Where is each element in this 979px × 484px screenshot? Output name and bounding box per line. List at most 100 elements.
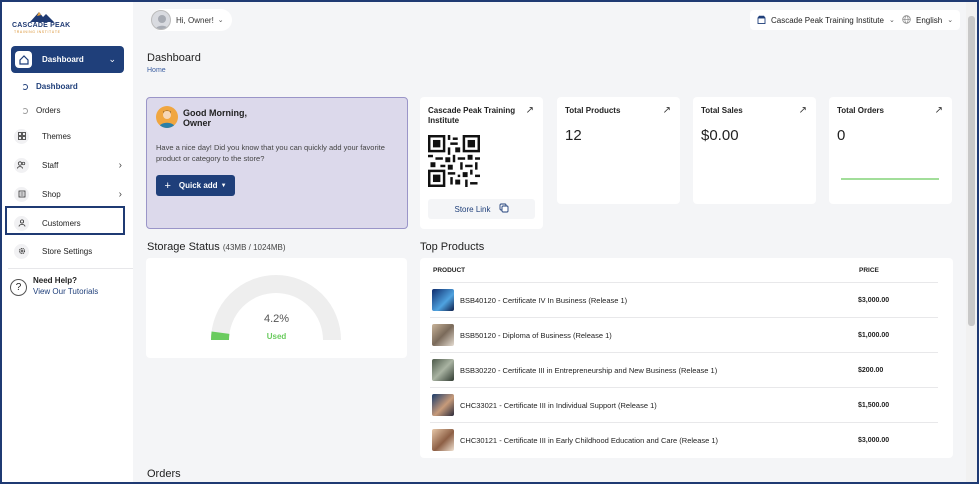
product-thumbnail bbox=[432, 324, 454, 346]
product-price: $1,500.00 bbox=[858, 401, 890, 409]
stat-card-sales[interactable]: Total Sales ↗ $0.00 bbox=[693, 97, 816, 204]
qr-card: Cascade Peak Training Institute ↗ Store … bbox=[420, 97, 543, 229]
brand-subtitle: TRAINING INSTITUTE bbox=[14, 30, 61, 34]
table-row[interactable]: CHC30121 - Certificate III in Early Chil… bbox=[430, 422, 938, 457]
store-icon bbox=[757, 15, 766, 26]
external-arrow-icon[interactable]: ↗ bbox=[935, 105, 943, 116]
question-icon: ? bbox=[10, 279, 27, 296]
help-section: ? Need Help? View Our Tutorials bbox=[8, 268, 133, 304]
table-row[interactable]: BSB50120 - Diploma of Business (Release … bbox=[430, 317, 938, 352]
store-name: Cascade Peak Training Institute bbox=[771, 15, 884, 25]
external-arrow-icon[interactable]: ↗ bbox=[663, 105, 671, 116]
stat-title: Total Orders bbox=[837, 106, 884, 115]
owner-avatar bbox=[156, 106, 178, 128]
store-link-label: Store Link bbox=[454, 204, 491, 214]
page-scrollbar[interactable] bbox=[966, 2, 977, 482]
caret-down-icon: ▼ bbox=[220, 182, 227, 189]
page-title: Dashboard bbox=[147, 52, 201, 64]
top-products-title: Top Products bbox=[420, 241, 485, 253]
circle-icon bbox=[22, 107, 28, 114]
stat-title: Total Sales bbox=[701, 106, 743, 115]
storage-used-label: Used bbox=[266, 332, 287, 341]
sidebar-subitem-orders[interactable]: Orders bbox=[22, 106, 60, 115]
sidebar-item-label: Orders bbox=[36, 106, 61, 115]
tutorials-link[interactable]: View Our Tutorials bbox=[33, 287, 98, 296]
chevron-down-icon: ⌄ bbox=[108, 54, 116, 64]
sidebar-item-label: Store Settings bbox=[42, 246, 93, 256]
sidebar-item-label: Themes bbox=[42, 131, 71, 141]
shop-icon bbox=[14, 186, 29, 202]
storage-card: 4.2% Used bbox=[146, 258, 407, 358]
scrollbar-thumb[interactable] bbox=[968, 16, 975, 326]
greeting-line: Good Morning, bbox=[183, 108, 247, 118]
language-selector[interactable]: English ⌄ bbox=[895, 10, 961, 30]
storage-title-text: Storage Status bbox=[147, 241, 220, 253]
sidebar-item-label: Dashboard bbox=[42, 55, 84, 64]
sidebar-item-customers[interactable]: Customers bbox=[14, 214, 122, 232]
product-name: BSB50120 - Diploma of Business (Release … bbox=[460, 330, 612, 340]
welcome-card: Good Morning, Owner Have a nice day! Did… bbox=[146, 97, 408, 229]
chevron-down-icon: ⌄ bbox=[217, 17, 224, 24]
stat-value: 12 bbox=[565, 127, 582, 144]
qr-card-title: Cascade Peak Training Institute bbox=[428, 106, 516, 125]
language-label: English bbox=[916, 15, 943, 25]
welcome-text: Have a nice day! Did you know that you c… bbox=[156, 143, 385, 163]
external-arrow-icon[interactable]: ↗ bbox=[526, 105, 534, 116]
product-thumbnail bbox=[432, 394, 454, 416]
product-price: $1,000.00 bbox=[858, 331, 890, 339]
top-products-table: PRODUCT PRICE BSB40120 - Certificate IV … bbox=[420, 258, 953, 458]
store-link-button[interactable]: Store Link bbox=[428, 199, 535, 219]
product-name: BSB40120 - Certificate IV In Business (R… bbox=[460, 295, 628, 305]
table-row[interactable]: BSB30220 - Certificate III in Entreprene… bbox=[430, 352, 938, 387]
sidebar-item-label: Customers bbox=[42, 218, 81, 228]
qr-code-icon bbox=[428, 135, 480, 187]
sidebar-item-label: Shop bbox=[42, 189, 61, 199]
circle-icon bbox=[22, 83, 28, 90]
product-thumbnail bbox=[432, 429, 454, 451]
stat-card-orders[interactable]: Total Orders ↗ 0 bbox=[829, 97, 952, 204]
orders-section-title: Orders bbox=[147, 468, 181, 480]
table-row[interactable]: BSB40120 - Certificate IV In Business (R… bbox=[430, 282, 938, 317]
breadcrumb[interactable]: Home bbox=[147, 67, 166, 74]
sidebar-item-store-settings[interactable]: Store Settings bbox=[14, 242, 122, 260]
external-arrow-icon[interactable]: ↗ bbox=[799, 105, 807, 116]
stat-value: 0 bbox=[837, 127, 846, 144]
product-name: CHC30121 - Certificate III in Early Chil… bbox=[460, 435, 719, 445]
product-thumbnail bbox=[432, 289, 454, 311]
user-menu[interactable]: Hi, Owner! ⌄ bbox=[151, 9, 232, 31]
sidebar-item-themes[interactable]: Themes bbox=[14, 127, 122, 145]
stat-card-products[interactable]: Total Products ↗ 12 bbox=[557, 97, 680, 204]
customer-icon bbox=[14, 215, 29, 231]
mountain-logo-icon bbox=[30, 12, 54, 22]
brand-logo[interactable]: CASCADE PEAK TRAINING INSTITUTE bbox=[12, 10, 72, 34]
sidebar-subitem-dashboard[interactable]: Dashboard bbox=[22, 82, 78, 91]
quick-add-button[interactable]: + Quick add ▼ bbox=[156, 175, 235, 196]
chevron-right-icon: › bbox=[118, 188, 122, 200]
brand-name: CASCADE PEAK bbox=[12, 22, 71, 29]
help-title: Need Help? bbox=[33, 276, 78, 285]
sidebar-item-staff[interactable]: Staff › bbox=[14, 156, 122, 174]
themes-icon bbox=[14, 128, 29, 144]
quick-add-label: Quick add bbox=[178, 181, 218, 190]
product-name: CHC33021 - Certificate III in Individual… bbox=[460, 400, 657, 410]
sidebar-item-label: Dashboard bbox=[36, 82, 78, 91]
sidebar: CASCADE PEAK TRAINING INSTITUTE Dashboar… bbox=[2, 2, 133, 482]
gear-icon bbox=[14, 243, 29, 259]
top-bar: Hi, Owner! ⌄ Cascade Peak Training Insti… bbox=[133, 2, 968, 38]
avatar bbox=[151, 10, 171, 30]
home-icon bbox=[15, 51, 32, 68]
product-name: BSB30220 - Certificate III in Entreprene… bbox=[460, 365, 718, 375]
sidebar-item-dashboard[interactable]: Dashboard ⌄ bbox=[11, 46, 124, 73]
product-price: $200.00 bbox=[858, 366, 884, 374]
globe-icon bbox=[902, 14, 911, 26]
product-thumbnail bbox=[432, 359, 454, 381]
storage-status-title: Storage Status (43MB / 1024MB) bbox=[147, 241, 286, 253]
storage-detail: (43MB / 1024MB) bbox=[222, 243, 286, 252]
chevron-right-icon: › bbox=[118, 159, 122, 171]
plus-icon: + bbox=[164, 179, 171, 192]
sidebar-item-shop[interactable]: Shop › bbox=[14, 185, 122, 203]
stat-value: $0.00 bbox=[701, 127, 739, 144]
owner-name: Owner bbox=[183, 118, 212, 128]
store-selector[interactable]: Cascade Peak Training Institute ⌄ bbox=[750, 10, 902, 30]
table-row[interactable]: CHC33021 - Certificate III in Individual… bbox=[430, 387, 938, 422]
